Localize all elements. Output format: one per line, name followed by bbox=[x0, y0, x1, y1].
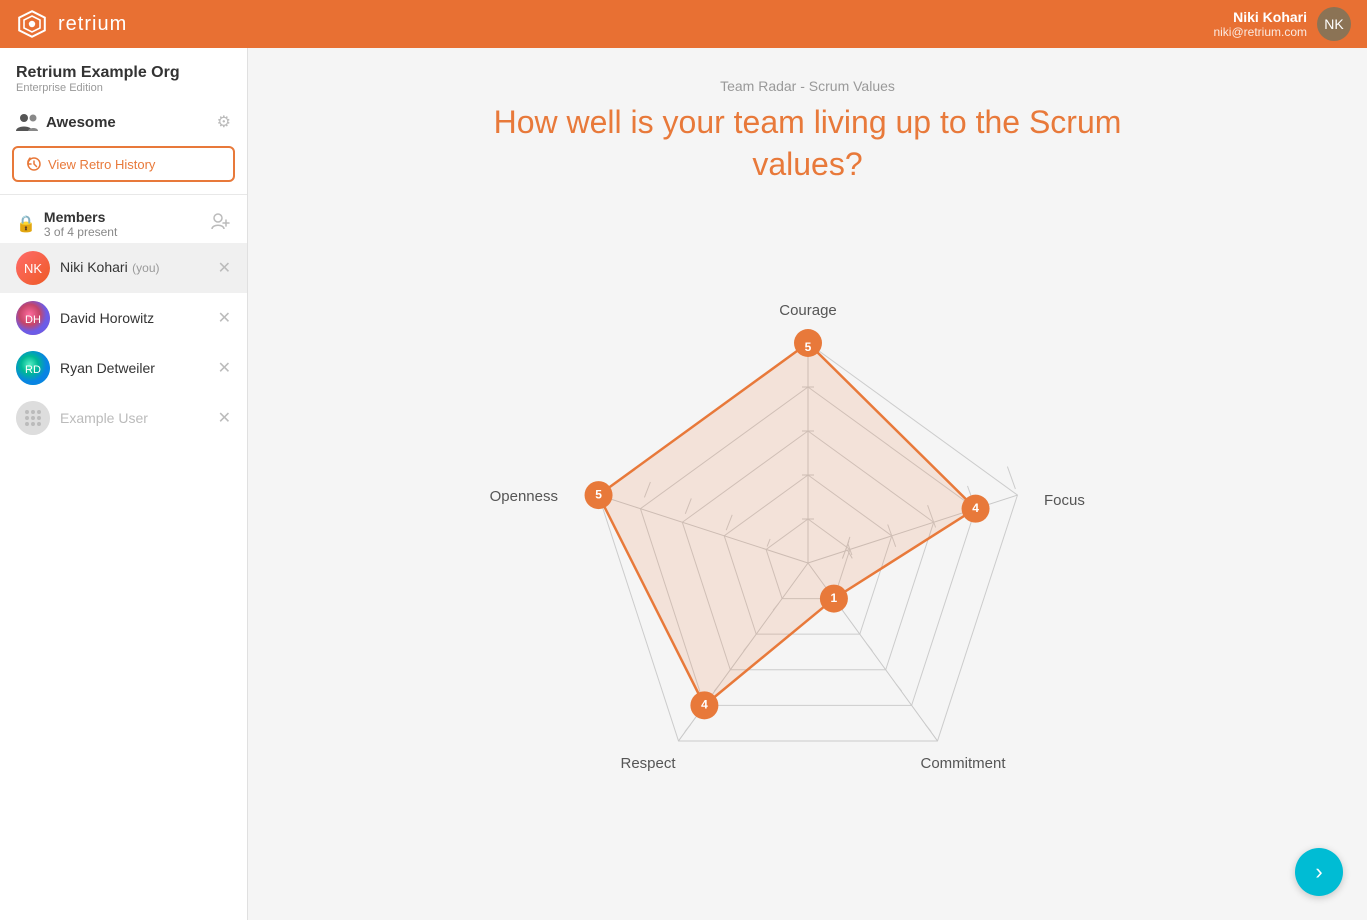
main-title: How well is your team living up to the S… bbox=[458, 102, 1158, 185]
member-name-group: Niki Kohari (you) bbox=[60, 259, 160, 277]
remove-member-icon[interactable]: ✕ bbox=[218, 258, 231, 278]
people-icon bbox=[16, 113, 38, 131]
radar-chart: 5 4 1 4 5 Courage Focus Co bbox=[498, 263, 1118, 843]
header: retrium Niki Kohari niki@retrium.com NK bbox=[0, 0, 1367, 48]
data-label-respect: 4 bbox=[701, 697, 708, 711]
header-user: Niki Kohari niki@retrium.com NK bbox=[1213, 7, 1351, 41]
team-row: Awesome ⚙ bbox=[0, 102, 247, 142]
next-button[interactable]: › bbox=[1295, 848, 1343, 896]
member-left: DH David Horowitz bbox=[16, 301, 154, 335]
add-member-icon[interactable] bbox=[211, 212, 231, 237]
members-title: Members bbox=[44, 209, 117, 225]
members-left: 🔒 Members 3 of 4 present bbox=[16, 209, 117, 239]
logo-icon bbox=[16, 8, 48, 40]
member-name: Ryan Detweiler bbox=[60, 360, 155, 376]
sidebar: Retrium Example Org Enterprise Edition A… bbox=[0, 48, 248, 920]
retro-history-icon bbox=[26, 156, 42, 172]
avatar: DH bbox=[16, 301, 50, 335]
remove-member-icon[interactable]: ✕ bbox=[218, 308, 231, 328]
members-header: 🔒 Members 3 of 4 present bbox=[0, 199, 247, 243]
view-retro-label: View Retro History bbox=[48, 157, 155, 172]
member-item[interactable]: RD Ryan Detweiler ✕ bbox=[0, 343, 247, 393]
org-info: Retrium Example Org Enterprise Edition bbox=[0, 48, 247, 102]
axis-label-commitment: Commitment bbox=[920, 755, 1006, 772]
data-label-commitment: 1 bbox=[830, 590, 837, 604]
member-you-label: (you) bbox=[132, 261, 159, 275]
logo: retrium bbox=[16, 8, 127, 40]
radar-data-polygon bbox=[598, 343, 975, 705]
member-name: David Horowitz bbox=[60, 310, 154, 326]
gear-icon[interactable]: ⚙ bbox=[217, 112, 231, 132]
user-info: Niki Kohari niki@retrium.com bbox=[1213, 9, 1307, 39]
main-subtitle: Team Radar - Scrum Values bbox=[720, 78, 895, 94]
divider bbox=[0, 194, 247, 195]
data-label-openness: 5 bbox=[595, 487, 602, 501]
radar-container: 5 4 1 4 5 Courage Focus Co bbox=[268, 205, 1347, 900]
axis-label-openness: Openness bbox=[489, 488, 557, 505]
org-name: Retrium Example Org bbox=[16, 64, 231, 82]
org-edition: Enterprise Edition bbox=[16, 82, 231, 94]
svg-text:DH: DH bbox=[25, 314, 41, 326]
axis-label-respect: Respect bbox=[620, 755, 676, 772]
logo-text: retrium bbox=[58, 13, 127, 36]
user-email: niki@retrium.com bbox=[1213, 25, 1307, 39]
member-left: Example User bbox=[16, 401, 148, 435]
remove-member-icon[interactable]: ✕ bbox=[218, 408, 231, 428]
member-item[interactable]: Example User ✕ bbox=[0, 393, 247, 443]
main-content: Team Radar - Scrum Values How well is yo… bbox=[248, 48, 1367, 920]
avatar: NK bbox=[16, 251, 50, 285]
remove-member-icon[interactable]: ✕ bbox=[218, 358, 231, 378]
member-left: NK Niki Kohari (you) bbox=[16, 251, 160, 285]
members-count: 3 of 4 present bbox=[44, 225, 117, 239]
svg-text:RD: RD bbox=[25, 364, 41, 376]
avatar bbox=[16, 401, 50, 435]
user-name: Niki Kohari bbox=[1213, 9, 1307, 25]
axis-label-focus: Focus bbox=[1044, 492, 1085, 509]
member-left: RD Ryan Detweiler bbox=[16, 351, 155, 385]
view-retro-button[interactable]: View Retro History bbox=[12, 146, 235, 182]
member-name: Example User bbox=[60, 410, 148, 426]
members-info: Members 3 of 4 present bbox=[44, 209, 117, 239]
member-name: Niki Kohari bbox=[60, 259, 128, 275]
next-arrow-icon: › bbox=[1315, 859, 1322, 885]
data-label-focus: 4 bbox=[972, 500, 979, 514]
team-name: Awesome bbox=[46, 114, 116, 131]
axis-label-courage: Courage bbox=[779, 302, 837, 319]
avatar: NK bbox=[1317, 7, 1351, 41]
avatar: RD bbox=[16, 351, 50, 385]
data-label-courage: 5 bbox=[804, 340, 811, 354]
member-item[interactable]: DH David Horowitz ✕ bbox=[0, 293, 247, 343]
team-left: Awesome bbox=[16, 113, 116, 131]
lock-icon: 🔒 bbox=[16, 214, 36, 234]
member-item[interactable]: NK Niki Kohari (you) ✕ bbox=[0, 243, 247, 293]
layout: Retrium Example Org Enterprise Edition A… bbox=[0, 48, 1367, 920]
radar-group: 5 4 1 4 5 Courage Focus Co bbox=[489, 302, 1084, 772]
